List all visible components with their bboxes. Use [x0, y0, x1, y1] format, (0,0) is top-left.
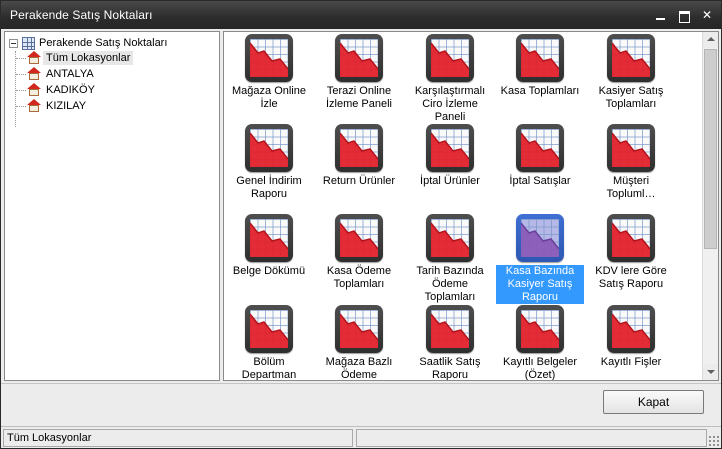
- report-tile-label: Kayıtlı Fişler: [600, 356, 662, 368]
- report-tile[interactable]: Kayıtlı Fişler: [587, 305, 675, 369]
- store-house-icon: [27, 67, 41, 81]
- report-tile[interactable]: Tarih Bazında Ödeme Toplamları: [406, 214, 494, 304]
- report-tile[interactable]: Bölüm Departman Satışları: [225, 305, 313, 381]
- report-tile[interactable]: Genel İndirim Raporu: [225, 124, 313, 201]
- report-chart-icon: [516, 305, 564, 353]
- status-location: Tüm Lokasyonlar: [3, 429, 353, 447]
- report-tile[interactable]: Kasa Ödeme Toplamları: [315, 214, 403, 291]
- report-tile-label: Müşteri Topluml…: [606, 175, 656, 200]
- report-tile-label: Belge Dökümü: [232, 265, 306, 277]
- report-chart-icon: [426, 124, 474, 172]
- tree-item-kadikoy[interactable]: KADIKÖY: [15, 82, 133, 98]
- report-tile[interactable]: Müşteri Topluml…: [587, 124, 675, 201]
- minimize-button[interactable]: [653, 7, 669, 23]
- tree-item-tum-lokasyonlar[interactable]: Tüm Lokasyonlar: [15, 50, 134, 66]
- tree-root-label: Perakende Satış Noktaları: [39, 37, 168, 49]
- tree-item-kizilay[interactable]: KIZILAY: [15, 98, 133, 114]
- report-tile-label: Kasiyer Satış Toplamları: [598, 85, 664, 110]
- report-tile-label: KDV lere Göre Satış Raporu: [595, 265, 667, 290]
- report-chart-icon: [516, 214, 564, 262]
- report-chart-icon: [607, 34, 655, 82]
- vertical-scrollbar[interactable]: [702, 32, 718, 380]
- report-chart-icon: [335, 124, 383, 172]
- report-tile[interactable]: Belge Dökümü: [225, 214, 313, 278]
- report-tile-label: Return Ürünler: [322, 175, 396, 187]
- tree-root[interactable]: Perakende Satış Noktaları: [9, 35, 167, 51]
- scroll-thumb[interactable]: [704, 49, 717, 249]
- report-tile-label: Tarih Bazında Ödeme Toplamları: [416, 265, 484, 303]
- report-tile-label: Karşılaştırmalı Ciro İzleme Paneli: [414, 85, 486, 123]
- title-bar[interactable]: Perakende Satış Noktaları ✕: [1, 1, 721, 29]
- report-tile[interactable]: Terazi Online İzleme Paneli: [315, 34, 403, 111]
- report-tile[interactable]: Kasiyer Satış Toplamları: [587, 34, 675, 111]
- report-chart-icon: [245, 214, 293, 262]
- report-tile-label: Mağaza Online İzle: [232, 85, 306, 110]
- report-grid-panel: Mağaza Online İzle Terazi Online İzleme P…: [223, 31, 719, 381]
- tree-children: Tüm Lokasyonlar ANTALYA KADIKÖY KIZILAY: [15, 50, 134, 114]
- divider: [1, 383, 721, 384]
- store-house-icon: [27, 99, 41, 113]
- report-tile-label: Kasa Ödeme Toplamları: [326, 265, 392, 290]
- maximize-button[interactable]: [676, 7, 692, 23]
- report-tile[interactable]: Saatlik Satış Raporu: [406, 305, 494, 381]
- store-house-icon: [27, 83, 41, 97]
- report-chart-icon: [426, 305, 474, 353]
- main-window: Perakende Satış Noktaları ✕ Perakende Sa…: [0, 0, 722, 449]
- report-tile-label: Saatlik Satış Raporu: [419, 356, 481, 381]
- report-tile-label: Kasa Bazında Kasiyer Satış Raporu: [496, 265, 584, 304]
- location-tree: Perakende Satış Noktaları Tüm Lokasyonla…: [4, 31, 220, 381]
- report-tile-label: Bölüm Departman Satışları: [241, 356, 297, 381]
- report-chart-icon: [335, 305, 383, 353]
- close-button[interactable]: ✕: [699, 7, 715, 23]
- status-bar: Tüm Lokasyonlar: [1, 426, 721, 448]
- report-tile[interactable]: Kasa Bazında Kasiyer Satış Raporu: [496, 214, 584, 304]
- report-tile[interactable]: Mağaza Online İzle: [225, 34, 313, 111]
- report-chart-icon: [607, 305, 655, 353]
- report-chart-icon: [516, 124, 564, 172]
- collapse-toggle-icon[interactable]: [9, 38, 18, 48]
- window-title: Perakende Satış Noktaları: [10, 8, 153, 22]
- report-tile-label: Genel İndirim Raporu: [236, 175, 302, 200]
- report-tile-label: İptal Satışlar: [509, 175, 571, 187]
- scroll-up-arrow-icon[interactable]: [703, 32, 718, 48]
- report-tile[interactable]: İptal Ürünler: [406, 124, 494, 188]
- report-tile[interactable]: Karşılaştırmalı Ciro İzleme Paneli: [406, 34, 494, 124]
- report-chart-icon: [516, 34, 564, 82]
- report-chart-icon: [426, 34, 474, 82]
- report-chart-icon: [607, 214, 655, 262]
- report-chart-icon: [426, 214, 474, 262]
- report-tile-label: Kasa Toplamları: [500, 85, 580, 97]
- tree-item-antalya[interactable]: ANTALYA: [15, 66, 133, 82]
- report-tile-label: İptal Ürünler: [420, 175, 480, 187]
- tree-item-label: Tüm Lokasyonlar: [43, 51, 134, 65]
- report-chart-icon: [245, 124, 293, 172]
- report-tile[interactable]: Return Ürünler: [315, 124, 403, 188]
- tree-item-label: KIZILAY: [46, 100, 87, 112]
- store-house-icon: [27, 51, 41, 65]
- tree-connector: [15, 51, 16, 127]
- report-grid: Mağaza Online İzle Terazi Online İzleme P…: [224, 32, 702, 380]
- report-tile[interactable]: Kayıtlı Belgeler (Özet): [496, 305, 584, 381]
- report-tile[interactable]: İptal Satışlar: [496, 124, 584, 188]
- report-chart-icon: [607, 124, 655, 172]
- tree-item-label: KADIKÖY: [46, 84, 95, 96]
- grid-table-icon: [22, 36, 35, 50]
- report-tile-label: Terazi Online İzleme Paneli: [325, 85, 393, 110]
- scroll-down-arrow-icon[interactable]: [703, 364, 718, 380]
- status-secondary: [356, 429, 707, 447]
- report-chart-icon: [335, 214, 383, 262]
- kapat-button[interactable]: Kapat: [603, 390, 704, 414]
- report-chart-icon: [245, 305, 293, 353]
- report-tile-label: Kayıtlı Belgeler (Özet): [503, 356, 577, 381]
- report-tile[interactable]: Kasa Toplamları: [496, 34, 584, 98]
- tree-item-label: ANTALYA: [46, 68, 94, 80]
- report-tile[interactable]: Mağaza Bazlı Ödeme Toplamları: [315, 305, 403, 381]
- report-chart-icon: [335, 34, 383, 82]
- resize-grip-icon[interactable]: [708, 435, 719, 446]
- report-tile[interactable]: KDV lere Göre Satış Raporu: [587, 214, 675, 291]
- report-chart-icon: [245, 34, 293, 82]
- report-tile-label: Mağaza Bazlı Ödeme Toplamları: [325, 356, 393, 381]
